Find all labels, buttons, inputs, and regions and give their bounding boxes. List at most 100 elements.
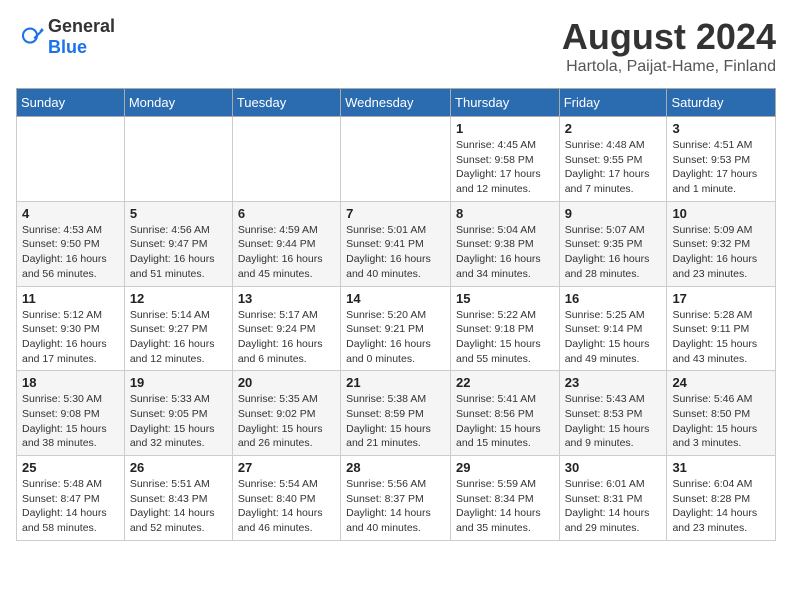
day-info: Sunrise: 5:20 AM Sunset: 9:21 PM Dayligh… xyxy=(346,308,445,367)
calendar-cell: 20 Sunrise: 5:35 AM Sunset: 9:02 PM Dayli… xyxy=(232,371,340,456)
day-info: Sunrise: 5:30 AM Sunset: 9:08 PM Dayligh… xyxy=(22,392,119,451)
calendar-week-row: 4 Sunrise: 4:53 AM Sunset: 9:50 PM Daylig… xyxy=(17,201,776,286)
day-info: Sunrise: 4:53 AM Sunset: 9:50 PM Dayligh… xyxy=(22,223,119,282)
calendar-cell: 22Sunrise: 5:41 AM Sunset: 8:56 PM Dayli… xyxy=(451,371,560,456)
calendar-week-row: 11 Sunrise: 5:12 AM Sunset: 9:30 PM Dayli… xyxy=(17,286,776,371)
calendar-cell: 17 Sunrise: 5:28 AM Sunset: 9:11 PM Dayli… xyxy=(667,286,776,371)
calendar-cell: 1 Sunrise: 4:45 AM Sunset: 9:58 PM Daylig… xyxy=(451,117,560,202)
day-info: Sunrise: 4:45 AM Sunset: 9:58 PM Dayligh… xyxy=(456,138,554,197)
day-info: Sunrise: 5:22 AM Sunset: 9:18 PM Dayligh… xyxy=(456,308,554,367)
day-info: Sunrise: 5:51 AM Sunset: 8:43 PM Dayligh… xyxy=(130,477,227,536)
day-info: Sunrise: 5:35 AM Sunset: 9:02 PM Dayligh… xyxy=(238,392,335,451)
day-info: Sunrise: 5:41 AM Sunset: 8:56 PM Dayligh… xyxy=(456,392,554,451)
calendar-cell: 6Sunrise: 4:59 AM Sunset: 9:44 PM Daylig… xyxy=(232,201,340,286)
calendar-cell: 14 Sunrise: 5:20 AM Sunset: 9:21 PM Dayli… xyxy=(341,286,451,371)
day-info: Sunrise: 5:07 AM Sunset: 9:35 PM Dayligh… xyxy=(565,223,662,282)
day-number: 23 xyxy=(565,375,662,390)
day-info: Sunrise: 5:09 AM Sunset: 9:32 PM Dayligh… xyxy=(672,223,770,282)
day-number: 19 xyxy=(130,375,227,390)
day-info: Sunrise: 4:48 AM Sunset: 9:55 PM Dayligh… xyxy=(565,138,662,197)
calendar-cell: 16 Sunrise: 5:25 AM Sunset: 9:14 PM Dayli… xyxy=(559,286,667,371)
weekday-header-friday: Friday xyxy=(559,89,667,117)
calendar-cell: 4 Sunrise: 4:53 AM Sunset: 9:50 PM Daylig… xyxy=(17,201,125,286)
day-info: Sunrise: 4:51 AM Sunset: 9:53 PM Dayligh… xyxy=(672,138,770,197)
day-info: Sunrise: 5:59 AM Sunset: 8:34 PM Dayligh… xyxy=(456,477,554,536)
day-info: Sunrise: 6:04 AM Sunset: 8:28 PM Dayligh… xyxy=(672,477,770,536)
calendar-cell: 11 Sunrise: 5:12 AM Sunset: 9:30 PM Dayli… xyxy=(17,286,125,371)
day-number: 9 xyxy=(565,206,662,221)
day-number: 29 xyxy=(456,460,554,475)
calendar-cell: 27 Sunrise: 5:54 AM Sunset: 8:40 PM Dayli… xyxy=(232,456,340,541)
day-number: 20 xyxy=(238,375,335,390)
calendar-week-row: 1 Sunrise: 4:45 AM Sunset: 9:58 PM Daylig… xyxy=(17,117,776,202)
calendar-cell: 21 Sunrise: 5:38 AM Sunset: 8:59 PM Dayli… xyxy=(341,371,451,456)
calendar-cell xyxy=(124,117,232,202)
day-info: Sunrise: 5:17 AM Sunset: 9:24 PM Dayligh… xyxy=(238,308,335,367)
weekday-header-saturday: Saturday xyxy=(667,89,776,117)
calendar-cell xyxy=(17,117,125,202)
day-number: 25 xyxy=(22,460,119,475)
logo-general: General xyxy=(48,16,115,36)
location: Hartola, Paijat-Hame, Finland xyxy=(562,58,776,76)
day-number: 28 xyxy=(346,460,445,475)
day-number: 14 xyxy=(346,291,445,306)
day-number: 12 xyxy=(130,291,227,306)
calendar-cell: 3Sunrise: 4:51 AM Sunset: 9:53 PM Daylig… xyxy=(667,117,776,202)
day-number: 13 xyxy=(238,291,335,306)
calendar-cell: 7 Sunrise: 5:01 AM Sunset: 9:41 PM Daylig… xyxy=(341,201,451,286)
day-number: 7 xyxy=(346,206,445,221)
day-info: Sunrise: 5:33 AM Sunset: 9:05 PM Dayligh… xyxy=(130,392,227,451)
day-number: 31 xyxy=(672,460,770,475)
day-number: 10 xyxy=(672,206,770,221)
calendar-cell: 10 Sunrise: 5:09 AM Sunset: 9:32 PM Dayli… xyxy=(667,201,776,286)
day-info: Sunrise: 5:54 AM Sunset: 8:40 PM Dayligh… xyxy=(238,477,335,536)
calendar-cell: 24 Sunrise: 5:46 AM Sunset: 8:50 PM Dayli… xyxy=(667,371,776,456)
day-number: 8 xyxy=(456,206,554,221)
day-info: Sunrise: 5:12 AM Sunset: 9:30 PM Dayligh… xyxy=(22,308,119,367)
calendar-cell: 13 Sunrise: 5:17 AM Sunset: 9:24 PM Dayli… xyxy=(232,286,340,371)
calendar-table: SundayMondayTuesdayWednesdayThursdayFrid… xyxy=(16,88,776,541)
calendar-cell: 25Sunrise: 5:48 AM Sunset: 8:47 PM Dayli… xyxy=(17,456,125,541)
calendar-week-row: 18Sunrise: 5:30 AM Sunset: 9:08 PM Dayli… xyxy=(17,371,776,456)
day-number: 2 xyxy=(565,121,662,136)
day-info: Sunrise: 5:28 AM Sunset: 9:11 PM Dayligh… xyxy=(672,308,770,367)
day-number: 15 xyxy=(456,291,554,306)
logo-text: General Blue xyxy=(48,16,115,58)
calendar-cell: 12 Sunrise: 5:14 AM Sunset: 9:27 PM Dayli… xyxy=(124,286,232,371)
weekday-header-row: SundayMondayTuesdayWednesdayThursdayFrid… xyxy=(17,89,776,117)
day-info: Sunrise: 5:01 AM Sunset: 9:41 PM Dayligh… xyxy=(346,223,445,282)
day-number: 4 xyxy=(22,206,119,221)
day-info: Sunrise: 5:38 AM Sunset: 8:59 PM Dayligh… xyxy=(346,392,445,451)
calendar-cell xyxy=(232,117,340,202)
day-info: Sunrise: 6:01 AM Sunset: 8:31 PM Dayligh… xyxy=(565,477,662,536)
calendar-cell: 23 Sunrise: 5:43 AM Sunset: 8:53 PM Dayli… xyxy=(559,371,667,456)
day-info: Sunrise: 5:04 AM Sunset: 9:38 PM Dayligh… xyxy=(456,223,554,282)
day-info: Sunrise: 5:46 AM Sunset: 8:50 PM Dayligh… xyxy=(672,392,770,451)
day-number: 6 xyxy=(238,206,335,221)
day-number: 30 xyxy=(565,460,662,475)
day-number: 26 xyxy=(130,460,227,475)
calendar-cell: 26 Sunrise: 5:51 AM Sunset: 8:43 PM Dayli… xyxy=(124,456,232,541)
calendar-cell: 9 Sunrise: 5:07 AM Sunset: 9:35 PM Daylig… xyxy=(559,201,667,286)
weekday-header-thursday: Thursday xyxy=(451,89,560,117)
weekday-header-tuesday: Tuesday xyxy=(232,89,340,117)
calendar-cell: 19 Sunrise: 5:33 AM Sunset: 9:05 PM Dayli… xyxy=(124,371,232,456)
calendar-cell: 18Sunrise: 5:30 AM Sunset: 9:08 PM Dayli… xyxy=(17,371,125,456)
day-number: 5 xyxy=(130,206,227,221)
day-number: 17 xyxy=(672,291,770,306)
day-info: Sunrise: 5:25 AM Sunset: 9:14 PM Dayligh… xyxy=(565,308,662,367)
calendar-cell: 31 Sunrise: 6:04 AM Sunset: 8:28 PM Dayli… xyxy=(667,456,776,541)
day-number: 11 xyxy=(22,291,119,306)
day-number: 21 xyxy=(346,375,445,390)
day-number: 1 xyxy=(456,121,554,136)
day-number: 24 xyxy=(672,375,770,390)
logo: General Blue xyxy=(16,16,115,58)
day-number: 27 xyxy=(238,460,335,475)
day-info: Sunrise: 5:14 AM Sunset: 9:27 PM Dayligh… xyxy=(130,308,227,367)
calendar-cell: 5Sunrise: 4:56 AM Sunset: 9:47 PM Daylig… xyxy=(124,201,232,286)
logo-icon xyxy=(16,23,44,51)
month-year: August 2024 xyxy=(562,16,776,58)
calendar-cell: 2 Sunrise: 4:48 AM Sunset: 9:55 PM Daylig… xyxy=(559,117,667,202)
day-info: Sunrise: 5:43 AM Sunset: 8:53 PM Dayligh… xyxy=(565,392,662,451)
day-number: 16 xyxy=(565,291,662,306)
